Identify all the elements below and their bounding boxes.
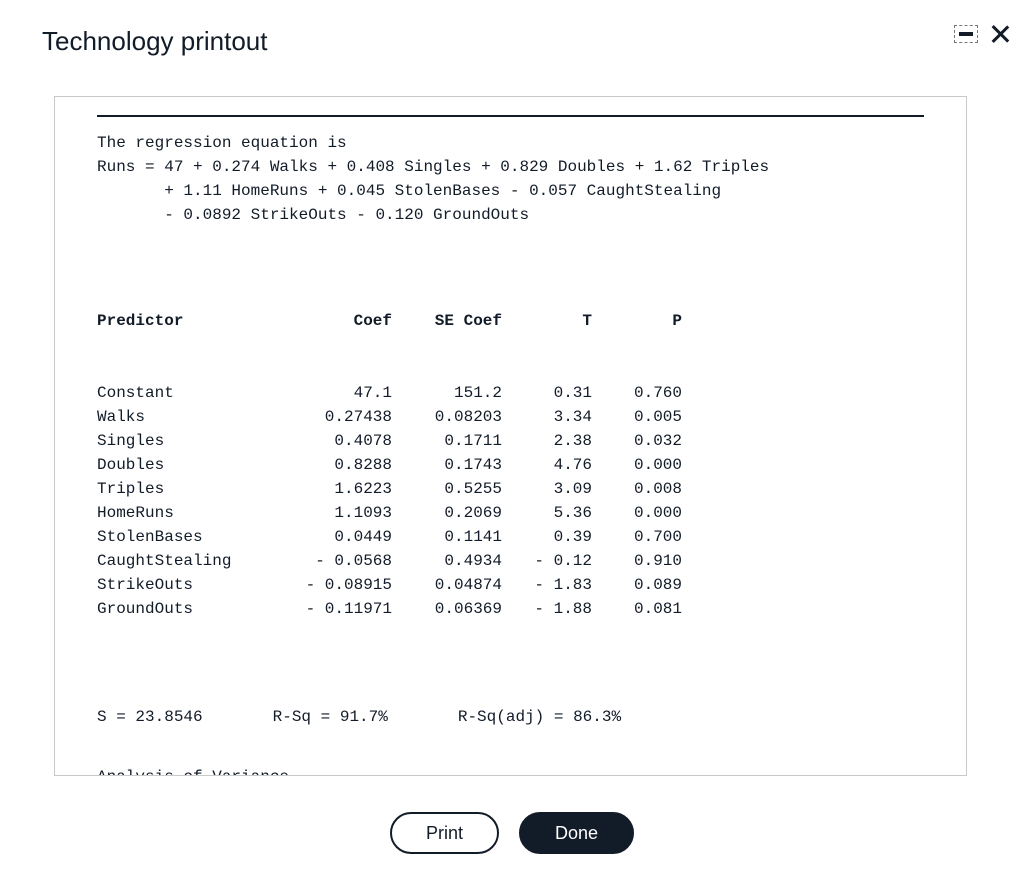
coef-cell-coef: 0.0449 [272,525,392,549]
print-button[interactable]: Print [390,812,499,854]
printout-panel: The regression equation isRuns = 47 + 0.… [54,96,967,776]
dialog-buttons: Print Done [0,812,1024,854]
rsqadj-value: R-Sq(adj) = 86.3% [458,705,621,729]
coef-cell-predictor: Singles [97,429,272,453]
coef-cell-p: 0.089 [592,573,682,597]
close-icon[interactable] [990,24,1010,44]
equation-line: The regression equation is [97,131,924,155]
regression-equation: The regression equation isRuns = 47 + 0.… [97,131,924,227]
coef-row: HomeRuns1.10930.20695.360.000 [97,501,924,525]
coef-cell-t: 3.09 [502,477,592,501]
coef-cell-t: 0.39 [502,525,592,549]
coef-cell-p: 0.008 [592,477,682,501]
coef-cell-se: 0.06369 [392,597,502,621]
coef-cell-se: 0.5255 [392,477,502,501]
coef-cell-p: 0.910 [592,549,682,573]
coef-header-row: Predictor Coef SE Coef T P [97,309,924,333]
coef-cell-t: 3.34 [502,405,592,429]
coef-cell-se: 0.1743 [392,453,502,477]
coef-cell-se: 0.1711 [392,429,502,453]
col-predictor: Predictor [97,309,272,333]
coef-cell-t: 4.76 [502,453,592,477]
equation-line: - 0.0892 StrikeOuts - 0.120 GroundOuts [97,203,924,227]
coef-cell-coef: 0.8288 [272,453,392,477]
coef-cell-se: 0.08203 [392,405,502,429]
rsq-value: R-Sq = 91.7% [273,705,388,729]
coef-cell-se: 0.2069 [392,501,502,525]
coef-cell-t: - 1.83 [502,573,592,597]
coef-cell-coef: 0.27438 [272,405,392,429]
coef-cell-predictor: Walks [97,405,272,429]
coef-cell-se: 0.4934 [392,549,502,573]
coef-cell-p: 0.760 [592,381,682,405]
coef-cell-se: 0.04874 [392,573,502,597]
equation-line: + 1.11 HomeRuns + 0.045 StolenBases - 0.… [97,179,924,203]
coef-row: StolenBases0.04490.11410.390.700 [97,525,924,549]
coef-row: Constant47.1151.20.310.760 [97,381,924,405]
coef-cell-t: - 1.88 [502,597,592,621]
coef-cell-p: 0.000 [592,453,682,477]
coef-cell-predictor: HomeRuns [97,501,272,525]
coef-cell-predictor: StolenBases [97,525,272,549]
coef-row: StrikeOuts- 0.089150.04874- 1.830.089 [97,573,924,597]
window-controls [954,24,1010,44]
col-t: T [502,309,592,333]
modal-dialog: Technology printout The regression equat… [0,0,1024,894]
coef-cell-predictor: CaughtStealing [97,549,272,573]
coef-cell-p: 0.700 [592,525,682,549]
coef-cell-coef: - 0.11971 [272,597,392,621]
coef-cell-coef: 1.6223 [272,477,392,501]
coef-cell-coef: 0.4078 [272,429,392,453]
anova-title: Analysis of Variance [97,765,924,776]
coefficient-table: Predictor Coef SE Coef T P Constant47.11… [97,261,924,669]
coef-cell-coef: 47.1 [272,381,392,405]
coef-cell-p: 0.005 [592,405,682,429]
col-se: SE Coef [392,309,502,333]
coef-row: Triples1.62230.52553.090.008 [97,477,924,501]
s-value: S = 23.8546 [97,705,203,729]
coef-cell-t: 0.31 [502,381,592,405]
coef-cell-predictor: Constant [97,381,272,405]
top-rule [97,115,924,117]
coef-cell-se: 151.2 [392,381,502,405]
col-p: P [592,309,682,333]
done-button[interactable]: Done [519,812,634,854]
coef-cell-coef: - 0.08915 [272,573,392,597]
coef-row: CaughtStealing- 0.05680.4934- 0.120.910 [97,549,924,573]
coef-cell-t: 2.38 [502,429,592,453]
coef-cell-predictor: Doubles [97,453,272,477]
coef-cell-predictor: GroundOuts [97,597,272,621]
col-coef: Coef [272,309,392,333]
coef-cell-coef: - 0.0568 [272,549,392,573]
coef-cell-t: - 0.12 [502,549,592,573]
coef-cell-predictor: Triples [97,477,272,501]
coef-row: Singles0.40780.17112.380.032 [97,429,924,453]
coef-cell-p: 0.081 [592,597,682,621]
minimize-icon[interactable] [954,25,978,43]
dialog-title: Technology printout [42,26,267,57]
coef-cell-p: 0.000 [592,501,682,525]
model-summary: S = 23.8546 R-Sq = 91.7% R-Sq(adj) = 86.… [97,705,924,729]
equation-line: Runs = 47 + 0.274 Walks + 0.408 Singles … [97,155,924,179]
coef-cell-predictor: StrikeOuts [97,573,272,597]
coef-cell-t: 5.36 [502,501,592,525]
coef-cell-se: 0.1141 [392,525,502,549]
coef-row: Doubles0.82880.17434.760.000 [97,453,924,477]
coef-row: GroundOuts- 0.119710.06369- 1.880.081 [97,597,924,621]
coef-cell-p: 0.032 [592,429,682,453]
coef-row: Walks0.274380.082033.340.005 [97,405,924,429]
coef-cell-coef: 1.1093 [272,501,392,525]
